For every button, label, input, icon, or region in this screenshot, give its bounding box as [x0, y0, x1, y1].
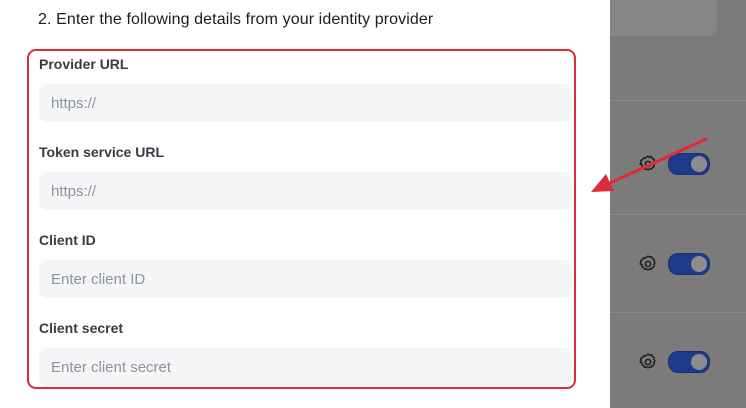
background-divider — [610, 214, 746, 215]
enable-toggle[interactable] — [668, 351, 710, 373]
gear-icon[interactable] — [638, 154, 658, 174]
client-id-input[interactable] — [39, 260, 571, 298]
toggle-knob — [691, 354, 707, 370]
identity-provider-panel: 2. Enter the following details from your… — [0, 0, 610, 408]
gear-icon[interactable] — [638, 352, 658, 372]
client-secret-label: Client secret — [39, 320, 124, 336]
token-service-url-input[interactable] — [39, 172, 571, 210]
background-row — [638, 253, 710, 275]
client-id-label: Client ID — [39, 232, 96, 248]
enable-toggle[interactable] — [668, 253, 710, 275]
background-row — [638, 153, 710, 175]
background-row — [638, 351, 710, 373]
provider-url-input[interactable] — [39, 84, 571, 122]
background-divider — [610, 100, 746, 101]
client-secret-input[interactable] — [39, 348, 571, 386]
token-service-url-label: Token service URL — [39, 144, 165, 160]
step-title: 2. Enter the following details from your… — [38, 11, 434, 28]
provider-url-label: Provider URL — [39, 56, 129, 72]
toggle-knob — [691, 156, 707, 172]
enable-toggle[interactable] — [668, 153, 710, 175]
background-divider — [610, 312, 746, 313]
gear-icon[interactable] — [638, 254, 658, 274]
toggle-knob — [691, 256, 707, 272]
